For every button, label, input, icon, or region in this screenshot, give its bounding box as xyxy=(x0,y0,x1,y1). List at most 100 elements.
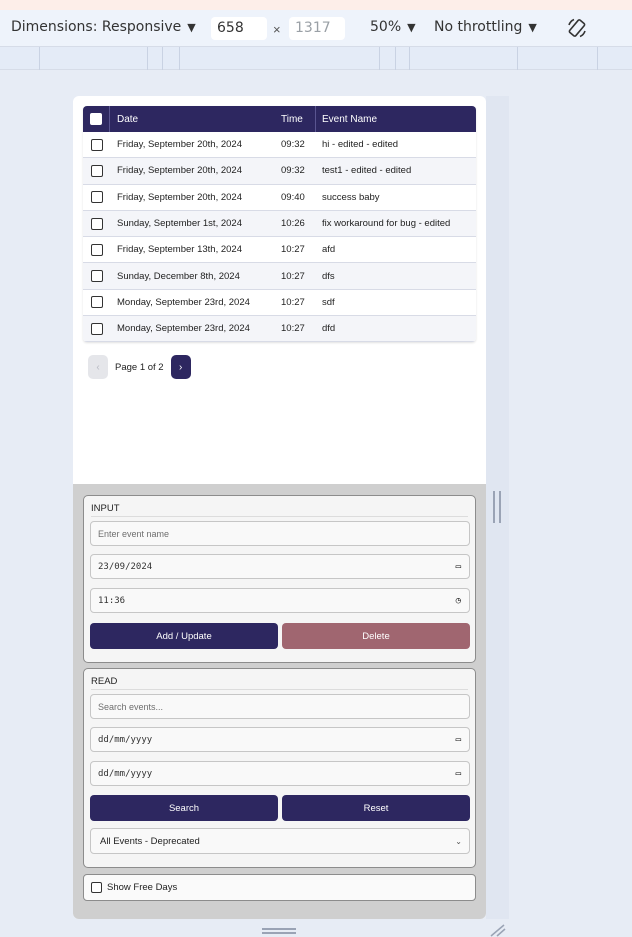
row-time: 09:32 xyxy=(281,165,305,177)
row-checkbox[interactable] xyxy=(90,322,103,335)
corner-resize-icon[interactable] xyxy=(489,924,507,937)
header-date[interactable]: Date xyxy=(110,106,275,132)
times-sign: × xyxy=(273,22,281,37)
page-indicator: Page 1 of 2 xyxy=(115,361,164,373)
row-date: Friday, September 20th, 2024 xyxy=(117,165,242,177)
table-row[interactable]: Friday, September 20th, 2024 09:32 hi - ed… xyxy=(83,132,476,159)
header-time[interactable]: Time xyxy=(275,106,316,132)
row-event-name: sdf xyxy=(322,296,335,308)
zoom-dropdown[interactable]: 50% ▼ xyxy=(370,19,416,35)
caret-down-icon: ▼ xyxy=(407,21,416,34)
chevron-down-icon: ⌄ xyxy=(455,836,462,846)
row-checkbox-cell xyxy=(83,243,110,256)
row-checkbox-cell xyxy=(83,296,110,309)
row-checkbox[interactable] xyxy=(90,138,103,151)
header-event-name[interactable]: Event Name xyxy=(316,106,476,132)
zoom-label: 50% xyxy=(370,19,402,35)
throttling-dropdown[interactable]: No throttling ▼ xyxy=(434,19,537,35)
row-date: Friday, September 13th, 2024 xyxy=(117,244,242,256)
to-date-input[interactable]: dd/mm/yyyy ▭ xyxy=(90,761,470,786)
row-event-name: dfd xyxy=(322,323,336,335)
event-time-input[interactable]: 11:36 ◷ xyxy=(90,588,470,613)
show-free-days-checkbox[interactable] xyxy=(91,882,102,893)
prev-page-button[interactable]: ‹ xyxy=(88,355,108,379)
event-name-input[interactable]: Enter event name xyxy=(90,521,470,546)
calendar-icon[interactable]: ▭ xyxy=(456,769,461,779)
row-event-name: hi - edited - edited xyxy=(322,139,399,151)
devtools-toolbar: Dimensions: Responsive ▼ 658 × 1317 50% ▼ … xyxy=(0,10,632,47)
row-date: Sunday, December 8th, 2024 xyxy=(117,270,240,282)
show-free-days-toggle[interactable]: Show Free Days xyxy=(83,874,476,901)
media-query-ruler xyxy=(0,47,632,70)
pagination: ‹ Page 1 of 2 › xyxy=(88,355,191,379)
calendar-icon[interactable]: ▭ xyxy=(456,562,461,572)
side-resize-handle[interactable] xyxy=(493,491,501,523)
table-row[interactable]: Friday, September 20th, 2024 09:40 success… xyxy=(83,184,476,211)
show-free-days-label: Show Free Days xyxy=(107,882,178,893)
row-checkbox-cell xyxy=(83,270,110,283)
add-update-button[interactable]: Add / Update xyxy=(90,623,278,649)
row-time: 10:27 xyxy=(281,270,305,282)
event-date-input[interactable]: 23/09/2024 ▭ xyxy=(90,554,470,579)
input-card: INPUT Enter event name 23/09/2024 ▭ 11:3… xyxy=(83,495,476,663)
select-all-checkbox[interactable] xyxy=(90,113,102,125)
throttling-label: No throttling xyxy=(434,19,523,35)
row-checkbox[interactable] xyxy=(90,164,103,177)
control-panel: INPUT Enter event name 23/09/2024 ▭ 11:3… xyxy=(73,484,486,919)
height-input[interactable]: 1317 xyxy=(289,17,345,40)
read-card: READ Search events... dd/mm/yyyy ▭ dd/mm… xyxy=(83,668,476,868)
top-strip xyxy=(0,0,632,10)
row-checkbox[interactable] xyxy=(90,270,103,283)
search-button[interactable]: Search xyxy=(90,795,278,821)
event-time-value: 11:36 xyxy=(98,595,126,606)
from-date-value: dd/mm/yyyy xyxy=(98,734,153,745)
search-input[interactable]: Search events... xyxy=(90,694,470,719)
row-date: Monday, September 23rd, 2024 xyxy=(117,296,250,308)
table-row[interactable]: Monday, September 23rd, 2024 10:27 sdf xyxy=(83,289,476,317)
event-filter-value: All Events - Deprecated xyxy=(100,835,200,847)
row-date: Friday, September 20th, 2024 xyxy=(117,139,242,151)
to-date-value: dd/mm/yyyy xyxy=(98,768,153,779)
reset-button[interactable]: Reset xyxy=(282,795,470,821)
table-row[interactable]: Friday, September 20th, 2024 09:32 test1 -… xyxy=(83,158,476,185)
event-date-value: 23/09/2024 xyxy=(98,561,153,572)
table-body: Friday, September 20th, 2024 09:32 hi - ed… xyxy=(83,132,476,343)
bottom-resize-handle[interactable] xyxy=(262,928,296,934)
row-checkbox[interactable] xyxy=(90,191,103,204)
table-row[interactable]: Friday, September 13th, 2024 10:27 afd xyxy=(83,237,476,264)
row-checkbox[interactable] xyxy=(90,243,103,256)
row-time: 10:27 xyxy=(281,296,305,308)
delete-button[interactable]: Delete xyxy=(282,623,470,649)
table-row[interactable]: Sunday, September 1st, 2024 10:26 fix work… xyxy=(83,210,476,238)
row-event-name: fix workaround for bug - edited xyxy=(322,218,451,230)
row-checkbox-cell xyxy=(83,138,110,151)
caret-down-icon: ▼ xyxy=(187,21,196,34)
table-row[interactable]: Sunday, December 8th, 2024 10:27 dfs xyxy=(83,263,476,290)
row-checkbox-cell xyxy=(83,191,110,204)
row-checkbox[interactable] xyxy=(90,296,103,309)
row-time: 10:27 xyxy=(281,323,305,335)
row-checkbox-cell xyxy=(83,164,110,177)
row-date: Monday, September 23rd, 2024 xyxy=(117,323,250,335)
next-page-button[interactable]: › xyxy=(170,355,191,379)
row-date: Friday, September 20th, 2024 xyxy=(117,191,242,203)
row-event-name: test1 - edited - edited xyxy=(322,165,412,177)
input-card-title: INPUT xyxy=(91,503,120,514)
event-filter-select[interactable]: All Events - Deprecated ⌄ xyxy=(90,828,470,854)
width-input[interactable]: 658 xyxy=(211,17,267,40)
rotate-icon[interactable] xyxy=(565,16,589,40)
row-event-name: success baby xyxy=(322,191,380,203)
clock-icon[interactable]: ◷ xyxy=(456,596,461,606)
table-header: Date Time Event Name xyxy=(83,106,476,132)
row-time: 10:26 xyxy=(281,218,305,230)
from-date-input[interactable]: dd/mm/yyyy ▭ xyxy=(90,727,470,752)
dimensions-dropdown[interactable]: Dimensions: Responsive ▼ xyxy=(11,19,196,35)
caret-down-icon: ▼ xyxy=(528,21,537,34)
calendar-icon[interactable]: ▭ xyxy=(456,735,461,745)
row-date: Sunday, September 1st, 2024 xyxy=(117,218,242,230)
row-checkbox[interactable] xyxy=(90,217,103,230)
table-row[interactable]: Monday, September 23rd, 2024 10:27 dfd xyxy=(83,316,476,343)
select-all-cell xyxy=(83,106,110,132)
device-viewport: Date Time Event Name Friday, September 2… xyxy=(73,96,486,919)
row-event-name: afd xyxy=(322,244,336,256)
